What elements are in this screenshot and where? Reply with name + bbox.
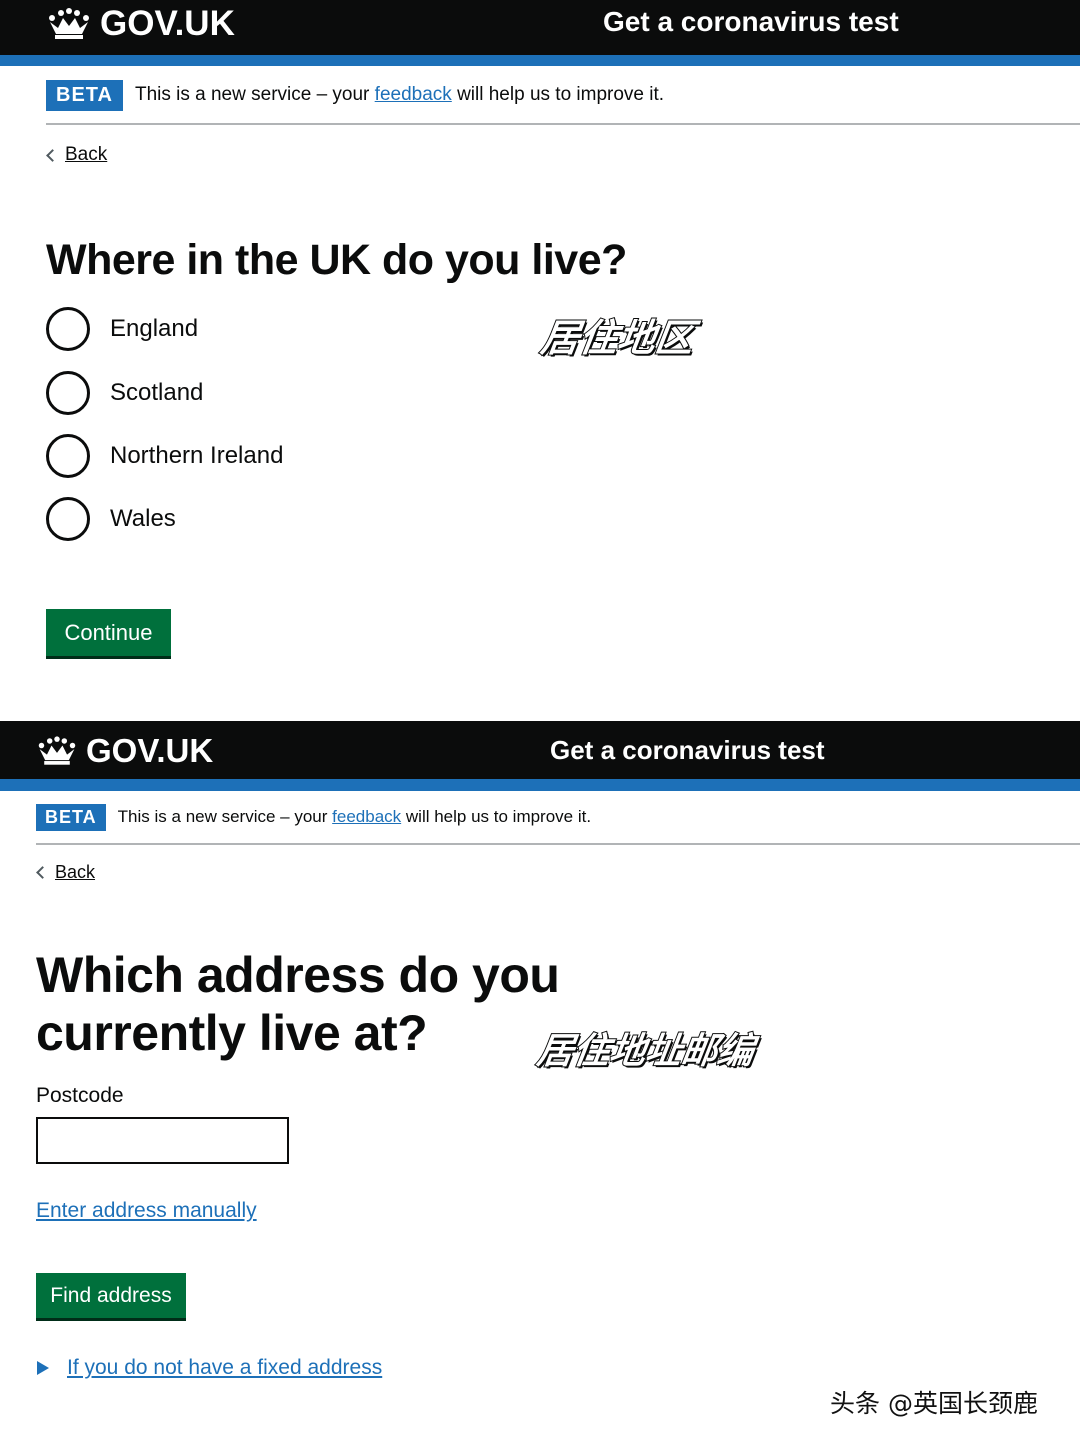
phase-text-before: This is a new service – your bbox=[134, 84, 370, 105]
header: GOV.UK Get a coronavirus test bbox=[0, 0, 1080, 66]
phase-banner-divider bbox=[36, 843, 1080, 845]
phase-text-after: will help us to improve it. bbox=[457, 84, 665, 105]
radio-wales[interactable]: Wales bbox=[46, 497, 176, 541]
chevron-left-icon bbox=[36, 866, 49, 879]
find-address-button[interactable]: Find address bbox=[36, 1273, 186, 1318]
back-link[interactable]: Back bbox=[36, 862, 96, 883]
back-link[interactable]: Back bbox=[46, 144, 108, 166]
radio-label: Northern Ireland bbox=[110, 442, 284, 469]
header-blue-bar bbox=[0, 779, 1080, 791]
page-heading-line2: currently live at? bbox=[36, 1005, 428, 1061]
feedback-link[interactable]: feedback bbox=[332, 807, 401, 826]
radio-button[interactable] bbox=[46, 371, 90, 415]
watermark: 头条 @英国长颈鹿 bbox=[830, 1389, 1038, 1418]
radio-northern-ireland[interactable]: Northern Ireland bbox=[46, 434, 283, 478]
radio-england[interactable]: England bbox=[46, 307, 198, 351]
continue-button[interactable]: Continue bbox=[46, 609, 171, 656]
phase-banner: BETA This is a new service – your feedba… bbox=[46, 79, 664, 111]
radio-button[interactable] bbox=[46, 307, 90, 351]
radio-scotland[interactable]: Scotland bbox=[46, 371, 203, 415]
crown-icon bbox=[49, 8, 89, 39]
beta-tag: BETA bbox=[46, 79, 123, 111]
postcode-input[interactable] bbox=[36, 1117, 289, 1164]
govuk-logo[interactable]: GOV.UK bbox=[36, 731, 213, 771]
logo-text: GOV.UK bbox=[100, 4, 235, 43]
no-fixed-address-details[interactable]: If you do not have a fixed address bbox=[37, 1356, 382, 1380]
beta-tag: BETA bbox=[36, 803, 106, 831]
annotation-label: 居住地址邮编 bbox=[534, 1030, 758, 1073]
details-summary-link[interactable]: If you do not have a fixed address bbox=[67, 1356, 382, 1380]
phase-text: This is a new service – your feedback wi… bbox=[118, 807, 591, 827]
govuk-logo[interactable]: GOV.UK bbox=[46, 4, 235, 44]
caret-right-icon bbox=[37, 1361, 49, 1375]
phase-banner: BETA This is a new service – your feedba… bbox=[36, 802, 591, 832]
service-name[interactable]: Get a coronavirus test bbox=[603, 6, 899, 38]
phase-banner-divider bbox=[46, 123, 1080, 125]
back-link-label: Back bbox=[65, 144, 108, 165]
radio-button[interactable] bbox=[46, 434, 90, 478]
phase-text-before: This is a new service – your bbox=[117, 807, 328, 826]
crown-icon bbox=[38, 736, 76, 765]
feedback-link[interactable]: feedback bbox=[375, 84, 452, 105]
radio-label: England bbox=[110, 315, 199, 342]
header: GOV.UK Get a coronavirus test bbox=[0, 721, 1080, 791]
back-link-label: Back bbox=[55, 862, 96, 882]
page-heading: Where in the UK do you live? bbox=[46, 236, 627, 284]
enter-address-manually-link[interactable]: Enter address manually bbox=[36, 1199, 257, 1223]
radio-label: Wales bbox=[110, 505, 176, 532]
service-name[interactable]: Get a coronavirus test bbox=[550, 735, 825, 766]
radio-button[interactable] bbox=[46, 497, 90, 541]
header-blue-bar bbox=[0, 55, 1080, 66]
radio-label: Scotland bbox=[110, 379, 204, 406]
page-heading-line1: Which address do you bbox=[36, 947, 560, 1003]
annotation-label: 居住地区 bbox=[537, 315, 697, 361]
page-heading: Which address do you currently live at? bbox=[36, 946, 560, 1062]
logo-text: GOV.UK bbox=[86, 732, 214, 769]
chevron-left-icon bbox=[46, 148, 59, 162]
phase-text: This is a new service – your feedback wi… bbox=[135, 84, 664, 106]
phase-text-after: will help us to improve it. bbox=[405, 807, 592, 826]
postcode-label: Postcode bbox=[36, 1084, 124, 1107]
